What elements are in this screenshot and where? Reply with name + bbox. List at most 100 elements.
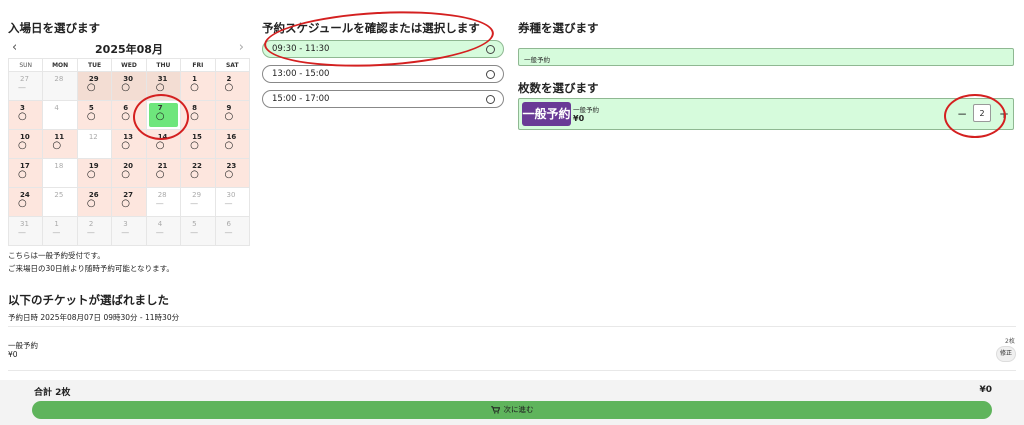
checkout-footer: 合計 2枚 ¥0 次に進む bbox=[0, 380, 1024, 425]
calendar-day[interactable]: 17 ○ bbox=[7, 158, 44, 188]
availability-mark: ○ bbox=[190, 169, 199, 180]
availability-mark: ○ bbox=[86, 169, 96, 180]
ticket-type-option[interactable]: 一般予約 bbox=[518, 48, 1014, 66]
day-number: 18 bbox=[54, 162, 64, 170]
total-amount: ¥0 bbox=[979, 385, 992, 395]
day-number: 28 bbox=[54, 75, 64, 83]
availability-mark: ○ bbox=[155, 140, 165, 151]
calendar-day: 31— bbox=[7, 216, 44, 246]
calendar-day: 2— bbox=[76, 216, 113, 246]
calendar-day[interactable]: 8 ○ bbox=[180, 100, 216, 130]
calendar-day[interactable]: 20 ○ bbox=[111, 158, 147, 188]
availability-mark: ○ bbox=[224, 169, 234, 180]
calendar-day[interactable]: 22 ○ bbox=[180, 158, 216, 188]
radio-circle-icon bbox=[486, 70, 495, 79]
availability-mark: — bbox=[52, 228, 61, 237]
calendar-day[interactable]: 13 ○ bbox=[111, 129, 147, 159]
availability-mark: — bbox=[190, 199, 199, 208]
calendar-day[interactable]: 16 ○ bbox=[214, 129, 251, 159]
next-button[interactable]: 次に進む bbox=[32, 401, 992, 419]
calendar-day-selected[interactable]: 7 ○ bbox=[145, 100, 182, 130]
availability-mark: — bbox=[18, 228, 26, 237]
availability-mark: — bbox=[121, 228, 130, 237]
calendar-week: 31—1—2—3—4—5—6— bbox=[7, 216, 251, 246]
edit-button[interactable]: 修正 bbox=[996, 346, 1016, 362]
day-number: 2 bbox=[88, 220, 94, 228]
availability-mark: ○ bbox=[86, 82, 96, 93]
calendar-day: 28 bbox=[42, 71, 78, 101]
time-slot-label: 09:30 - 11:30 bbox=[272, 44, 330, 54]
calendar-day[interactable]: 10 ○ bbox=[7, 129, 44, 159]
notice-line-1: こちらは一般予約受付です。 bbox=[8, 251, 105, 260]
calendar-day[interactable]: 27 ○ bbox=[111, 187, 147, 217]
availability-mark: ○ bbox=[18, 169, 27, 180]
time-slot-option[interactable]: 13:00 - 15:00 bbox=[262, 65, 504, 83]
availability-mark: — bbox=[86, 228, 95, 237]
decrement-button[interactable]: − bbox=[957, 107, 967, 121]
time-slot-option[interactable]: 09:30 - 11:30 bbox=[262, 40, 504, 58]
calendar-week: 24 ○ 25 26 ○ 27 ○ 28—29—30— bbox=[7, 187, 251, 217]
availability-mark: ○ bbox=[121, 198, 130, 209]
availability-mark: ○ bbox=[190, 111, 199, 122]
ticket-badge: 一般予約 bbox=[522, 102, 571, 126]
availability-mark: ○ bbox=[18, 140, 27, 151]
availability-mark: ○ bbox=[190, 140, 199, 151]
availability-mark: ○ bbox=[121, 111, 130, 122]
availability-mark: ○ bbox=[155, 111, 165, 122]
divider bbox=[8, 370, 1016, 371]
calendar-week: 10 ○ 11 ○ 12 13 ○ 14 ○ 15 ○ 16 ○ bbox=[7, 129, 251, 159]
calendar-day[interactable]: 15 ○ bbox=[180, 129, 216, 159]
day-number: 4 bbox=[157, 220, 163, 228]
calendar-day: 30— bbox=[214, 187, 251, 217]
increment-button[interactable]: + bbox=[999, 107, 1009, 121]
calendar-day[interactable]: 31 ○ bbox=[145, 71, 182, 101]
calendar-day[interactable]: 21 ○ bbox=[145, 158, 182, 188]
chevron-right-icon[interactable]: › bbox=[239, 40, 244, 55]
calendar-day[interactable]: 3 ○ bbox=[7, 100, 44, 130]
calendar-day[interactable]: 5 ○ bbox=[76, 100, 113, 130]
availability-mark: ○ bbox=[121, 82, 130, 93]
calendar-day[interactable]: 14 ○ bbox=[145, 129, 182, 159]
day-number: 6 bbox=[226, 220, 231, 228]
calendar-heading: 入場日を選びます bbox=[8, 21, 100, 35]
time-slot-option[interactable]: 15:00 - 17:00 bbox=[262, 90, 504, 108]
divider bbox=[8, 326, 1016, 327]
quantity-panel: 一般予約 一般予約 ¥0 − 2 + bbox=[518, 98, 1014, 130]
day-number: 27 bbox=[20, 75, 29, 83]
availability-mark: — bbox=[155, 199, 164, 208]
calendar-day[interactable]: 19 ○ bbox=[76, 158, 113, 188]
availability-mark: ○ bbox=[52, 140, 62, 151]
calendar-day[interactable]: 9 ○ bbox=[214, 100, 251, 130]
calendar-day[interactable]: 30 ○ bbox=[111, 71, 147, 101]
weekday-label: SUN bbox=[7, 58, 44, 72]
availability-mark: ○ bbox=[224, 140, 234, 151]
calendar-day[interactable]: 6 ○ bbox=[111, 100, 147, 130]
calendar-day[interactable]: 29 ○ bbox=[76, 71, 113, 101]
day-number: 1 bbox=[54, 220, 59, 228]
calendar-day[interactable]: 1 ○ bbox=[180, 71, 216, 101]
availability-mark: ○ bbox=[121, 140, 130, 151]
day-number: 29 bbox=[192, 191, 202, 199]
annotation-circle-schedule bbox=[262, 6, 496, 72]
calendar-day[interactable]: 23 ○ bbox=[214, 158, 251, 188]
availability-mark: — bbox=[18, 83, 26, 92]
day-number: 5 bbox=[192, 220, 197, 228]
summary-heading: 以下のチケットが選ばれました bbox=[8, 293, 169, 307]
quantity-field[interactable]: 2 bbox=[973, 104, 991, 122]
day-number: 28 bbox=[157, 191, 167, 199]
calendar-day: 4— bbox=[145, 216, 182, 246]
calendar-day: 1— bbox=[42, 216, 78, 246]
calendar-day[interactable]: 11 ○ bbox=[42, 129, 78, 159]
summary-item-count: 2枚 bbox=[1005, 338, 1015, 345]
calendar-day[interactable]: 26 ○ bbox=[76, 187, 113, 217]
day-number: 12 bbox=[88, 133, 98, 141]
calendar-day: 25 bbox=[42, 187, 78, 217]
calendar-day[interactable]: 2 ○ bbox=[214, 71, 251, 101]
radio-circle-icon bbox=[486, 45, 495, 54]
calendar-day: 18 bbox=[42, 158, 78, 188]
calendar-day[interactable]: 24 ○ bbox=[7, 187, 44, 217]
availability-mark: ○ bbox=[224, 82, 234, 93]
calendar-week: 17 ○ 18 19 ○ 20 ○ 21 ○ 22 ○ 23 ○ bbox=[7, 158, 251, 188]
schedule-heading: 予約スケジュールを確認または選択します bbox=[262, 21, 480, 35]
calendar-month: 2025年08月 bbox=[95, 43, 163, 56]
